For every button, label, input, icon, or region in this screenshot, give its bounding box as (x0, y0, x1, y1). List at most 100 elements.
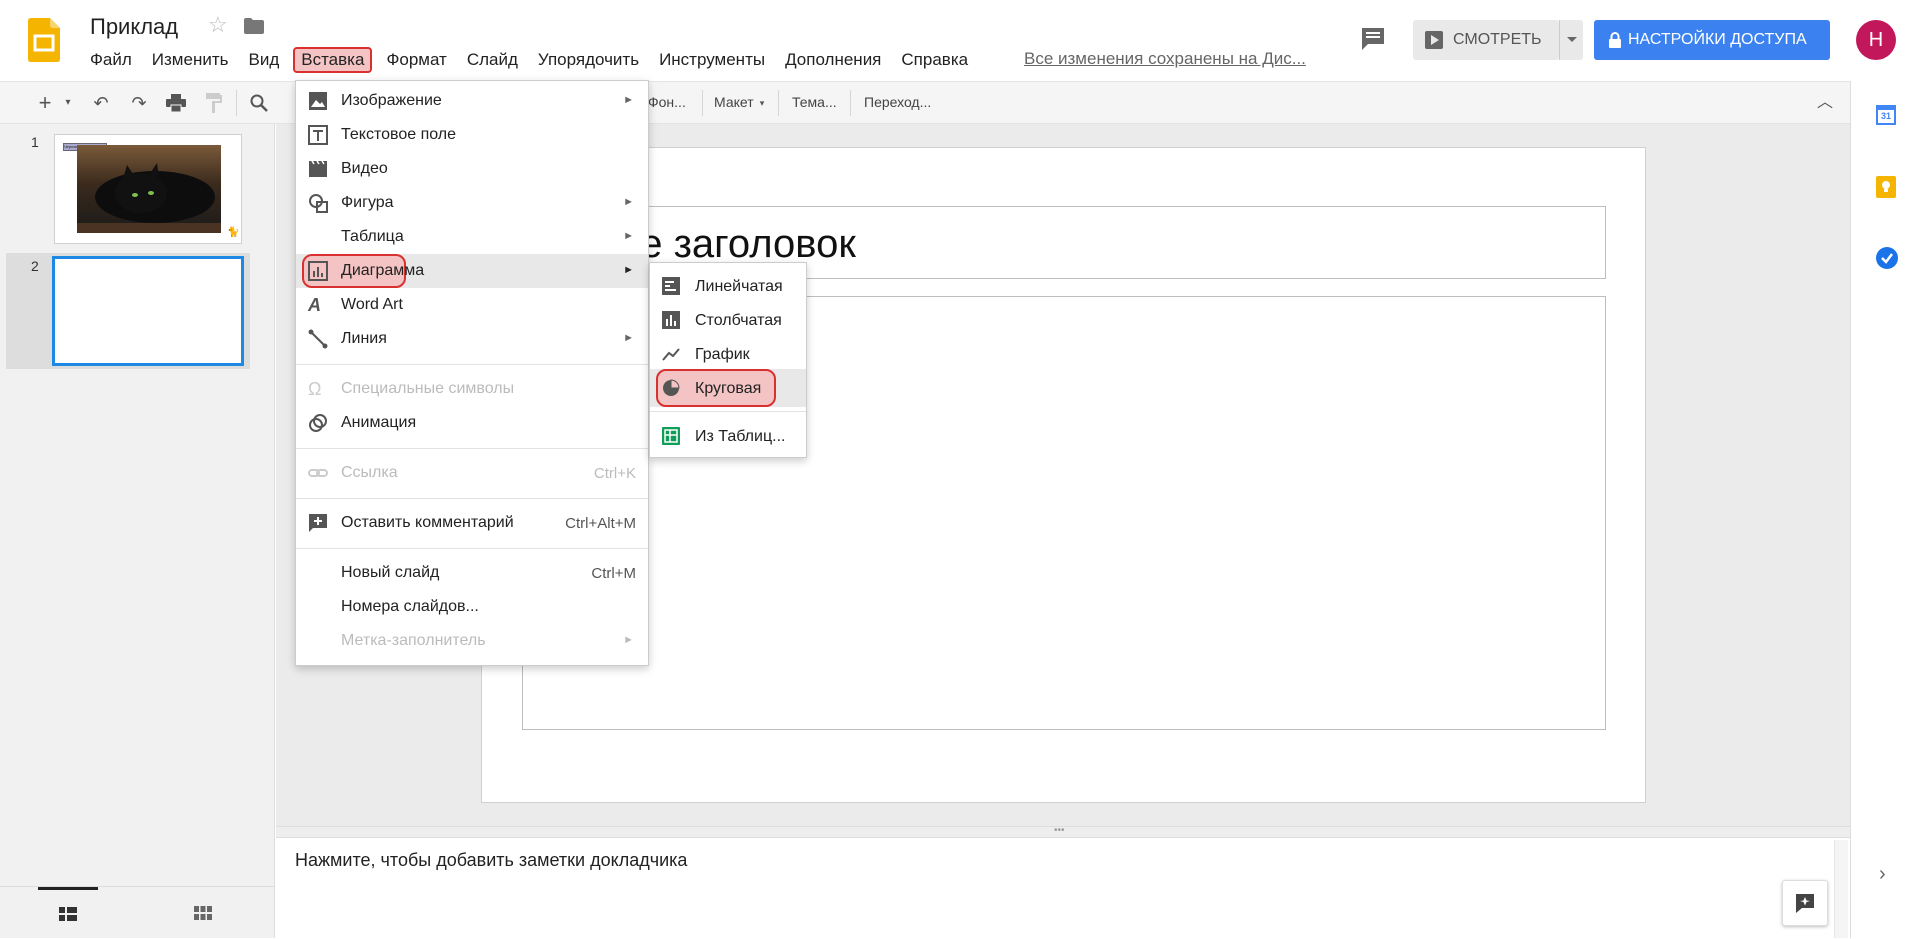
line-chart-icon (662, 345, 680, 363)
menu-separator (650, 411, 806, 412)
toolbar-separator (850, 90, 851, 116)
chart-column-item[interactable]: Столбчатая (650, 303, 806, 337)
column-chart-icon (662, 311, 680, 329)
slide-thumbnail-1[interactable]: Черная кошка 🐈 (54, 134, 242, 244)
insert-table-label: Таблица (341, 228, 404, 245)
insert-comment-item[interactable]: Оставить комментарий Ctrl+Alt+M (296, 506, 648, 540)
transition-button[interactable]: Переход... (864, 94, 931, 110)
menu-slide[interactable]: Слайд (457, 47, 528, 73)
submenu-arrow-icon: ► (623, 634, 634, 646)
chart-line-label: График (695, 346, 750, 363)
new-slide-shortcut: Ctrl+M (591, 565, 636, 582)
theme-button[interactable]: Тема... (792, 94, 837, 110)
menu-view[interactable]: Вид (238, 47, 289, 73)
star-icon[interactable]: ☆ (208, 12, 228, 38)
lock-icon (1608, 32, 1622, 53)
line-icon (308, 329, 328, 349)
toolbar: + ▾ ↶ ↷ Фон... Макет ▾ Тема... Переход..… (0, 81, 1850, 124)
sheets-icon (662, 427, 680, 445)
cat-photo-image (77, 145, 221, 233)
bar-chart-icon (662, 277, 680, 295)
present-options-button[interactable] (1559, 20, 1583, 60)
layout-button[interactable]: Макет (714, 94, 754, 110)
insert-line-item[interactable]: Линия ► (296, 322, 648, 356)
insert-shape-label: Фигура (341, 194, 394, 211)
menu-arrange[interactable]: Упорядочить (528, 47, 649, 73)
collapse-toolbar-chevron-up-icon[interactable]: ︿ (1812, 90, 1838, 116)
text-box-icon (308, 125, 328, 145)
share-button[interactable]: НАСТРОЙКИ ДОСТУПА (1594, 20, 1830, 60)
insert-slide-numbers-item[interactable]: Номера слайдов... (296, 590, 648, 624)
insert-animation-item[interactable]: Анимация (296, 406, 648, 440)
caret-down-icon (1567, 37, 1577, 42)
link-icon (308, 463, 328, 483)
menu-edit[interactable]: Изменить (142, 47, 239, 73)
submenu-arrow-icon: ► (623, 230, 634, 242)
calendar-icon[interactable]: 31 (1876, 105, 1896, 125)
word-art-icon: A (308, 295, 321, 315)
document-title[interactable]: Приклад (90, 14, 178, 40)
grid-view-icon[interactable] (194, 906, 212, 925)
present-label: СМОТРЕТЬ (1453, 31, 1542, 48)
menu-file[interactable]: Файл (80, 47, 142, 73)
chart-from-sheets-label: Из Таблиц... (695, 428, 786, 445)
background-button[interactable]: Фон... (648, 94, 686, 110)
paint-format-icon[interactable] (200, 90, 226, 116)
redo-icon[interactable]: ↷ (126, 90, 152, 116)
slides-logo-icon[interactable] (28, 18, 60, 62)
menu-help[interactable]: Справка (891, 47, 978, 73)
tasks-icon[interactable] (1876, 247, 1898, 269)
zoom-icon[interactable] (246, 90, 272, 116)
slide-number: 1 (31, 134, 39, 150)
notes-scrollbar[interactable] (1834, 840, 1848, 938)
slide-filmstrip (0, 124, 275, 938)
speaker-notes-placeholder: Нажмите, чтобы добавить заметки докладчи… (295, 850, 688, 870)
expand-panel-chevron-icon[interactable]: › (1879, 863, 1886, 886)
explore-button[interactable] (1782, 880, 1828, 926)
filmstrip-view-icon[interactable] (38, 887, 98, 939)
present-button[interactable]: СМОТРЕТЬ (1413, 20, 1559, 60)
keep-icon[interactable] (1876, 176, 1896, 198)
comments-icon[interactable] (1358, 24, 1388, 54)
new-slide-layout-caret-icon[interactable]: ▾ (62, 90, 74, 116)
toolbar-separator (702, 90, 703, 116)
insert-new-slide-item[interactable]: Новый слайд Ctrl+M (296, 556, 648, 590)
insert-word-art-item[interactable]: A Word Art (296, 288, 648, 322)
new-slide-plus-icon[interactable]: + (32, 90, 58, 116)
notes-resize-handle[interactable]: ••• (276, 825, 1850, 838)
insert-image-item[interactable]: Изображение ► (296, 84, 648, 118)
chart-pie-item[interactable]: Круговая (650, 369, 806, 407)
menu-separator (296, 498, 648, 499)
menu-addons[interactable]: Дополнения (775, 47, 891, 73)
chart-line-item[interactable]: График (650, 337, 806, 371)
share-label: НАСТРОЙКИ ДОСТУПА (1628, 31, 1807, 48)
slide-thumbnail-2[interactable] (52, 256, 244, 366)
insert-chart-item[interactable]: Диаграмма ► (296, 254, 648, 288)
account-avatar[interactable]: Н (1856, 20, 1896, 60)
layout-caret-icon: ▾ (759, 98, 765, 108)
insert-placeholder-label: Метка-заполнитель (341, 632, 486, 649)
insert-video-item[interactable]: Видео (296, 152, 648, 186)
insert-shape-item[interactable]: Фигура ► (296, 186, 648, 220)
menu-tools[interactable]: Инструменты (649, 47, 775, 73)
chart-from-sheets-item[interactable]: Из Таблиц... (650, 419, 806, 453)
insert-table-item[interactable]: Таблица ► (296, 220, 648, 254)
save-status-link[interactable]: Все изменения сохранены на Дис... (1024, 49, 1314, 69)
folder-icon[interactable] (244, 18, 264, 34)
insert-text-box-item[interactable]: Текстовое поле (296, 118, 648, 152)
insert-word-art-label: Word Art (341, 296, 403, 313)
print-icon[interactable] (163, 90, 189, 116)
submenu-arrow-icon: ► (623, 264, 634, 276)
omega-icon: Ω (308, 379, 322, 399)
slide-number: 2 (31, 258, 39, 274)
chart-submenu: Линейчатая Столбчатая График Круговая Из… (649, 262, 807, 458)
insert-chart-label: Диаграмма (341, 262, 425, 279)
undo-icon[interactable]: ↶ (88, 90, 114, 116)
insert-line-label: Линия (341, 330, 387, 347)
menu-insert[interactable]: Вставка (293, 47, 373, 73)
submenu-arrow-icon: ► (623, 332, 634, 344)
insert-special-chars-label: Специальные символы (341, 380, 515, 397)
menu-format[interactable]: Формат (376, 47, 456, 73)
chart-bar-item[interactable]: Линейчатая (650, 269, 806, 303)
chart-column-label: Столбчатая (695, 312, 782, 329)
